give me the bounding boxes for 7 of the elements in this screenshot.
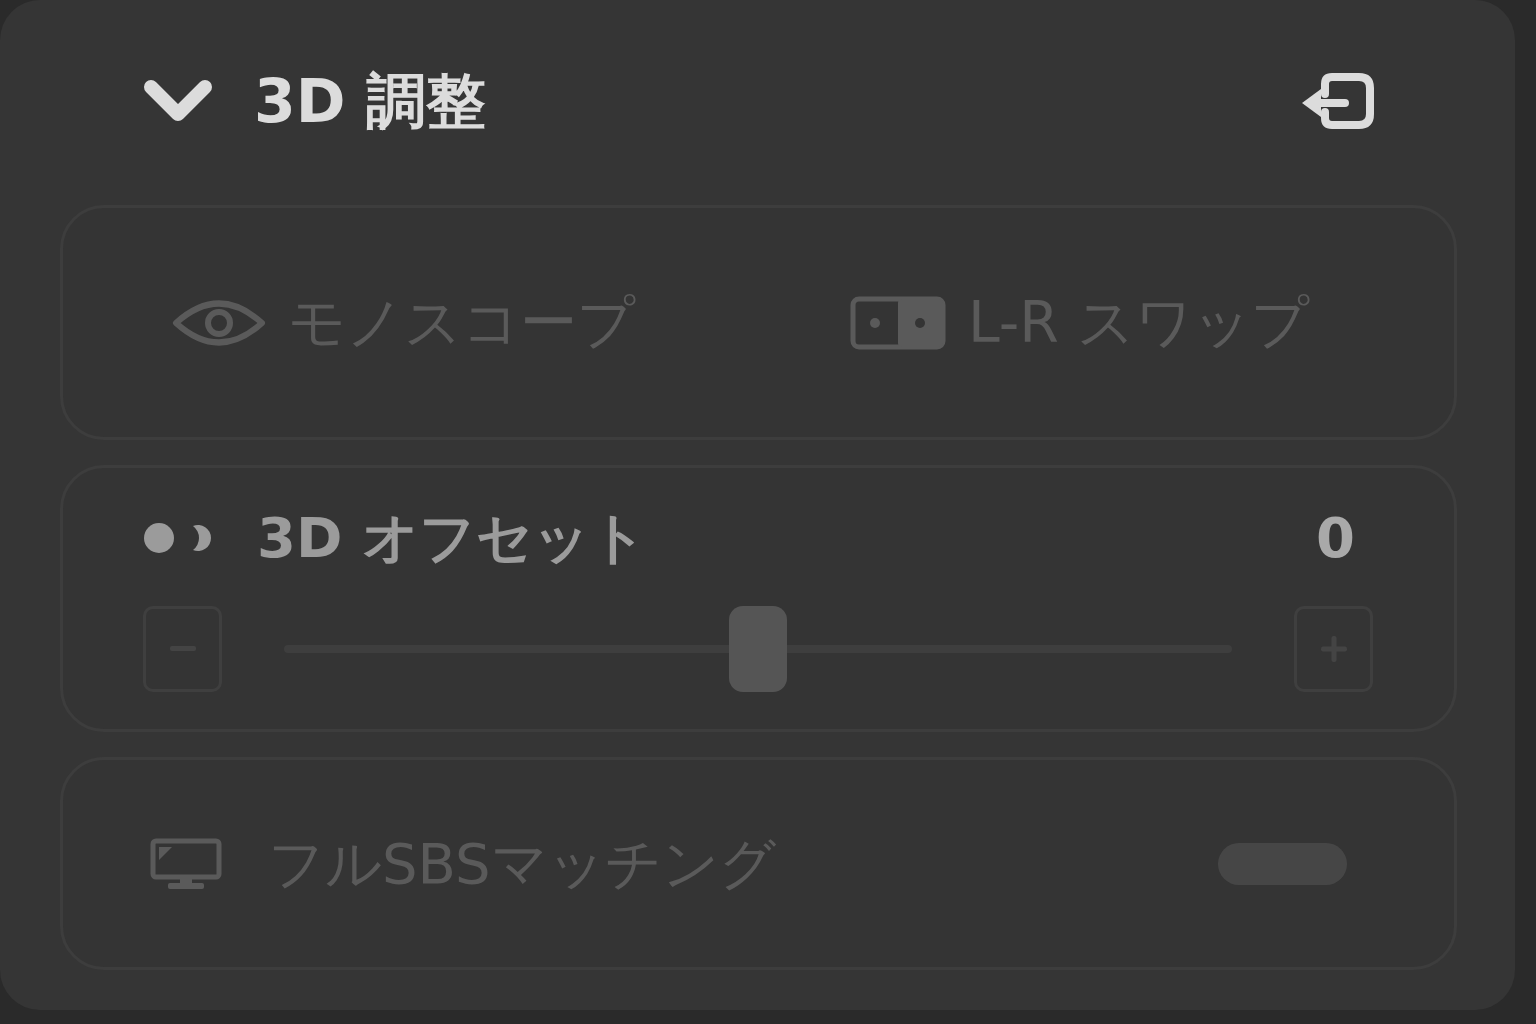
slider-value: 0	[1316, 510, 1355, 566]
slider-thumb[interactable]	[729, 605, 787, 692]
slider-label: 3D オフセット	[257, 510, 647, 566]
split-square-icon	[850, 295, 946, 350]
chevron-down-icon[interactable]	[142, 78, 214, 124]
monitor-icon	[150, 837, 222, 890]
panel-title: 3D 調整	[254, 71, 487, 131]
